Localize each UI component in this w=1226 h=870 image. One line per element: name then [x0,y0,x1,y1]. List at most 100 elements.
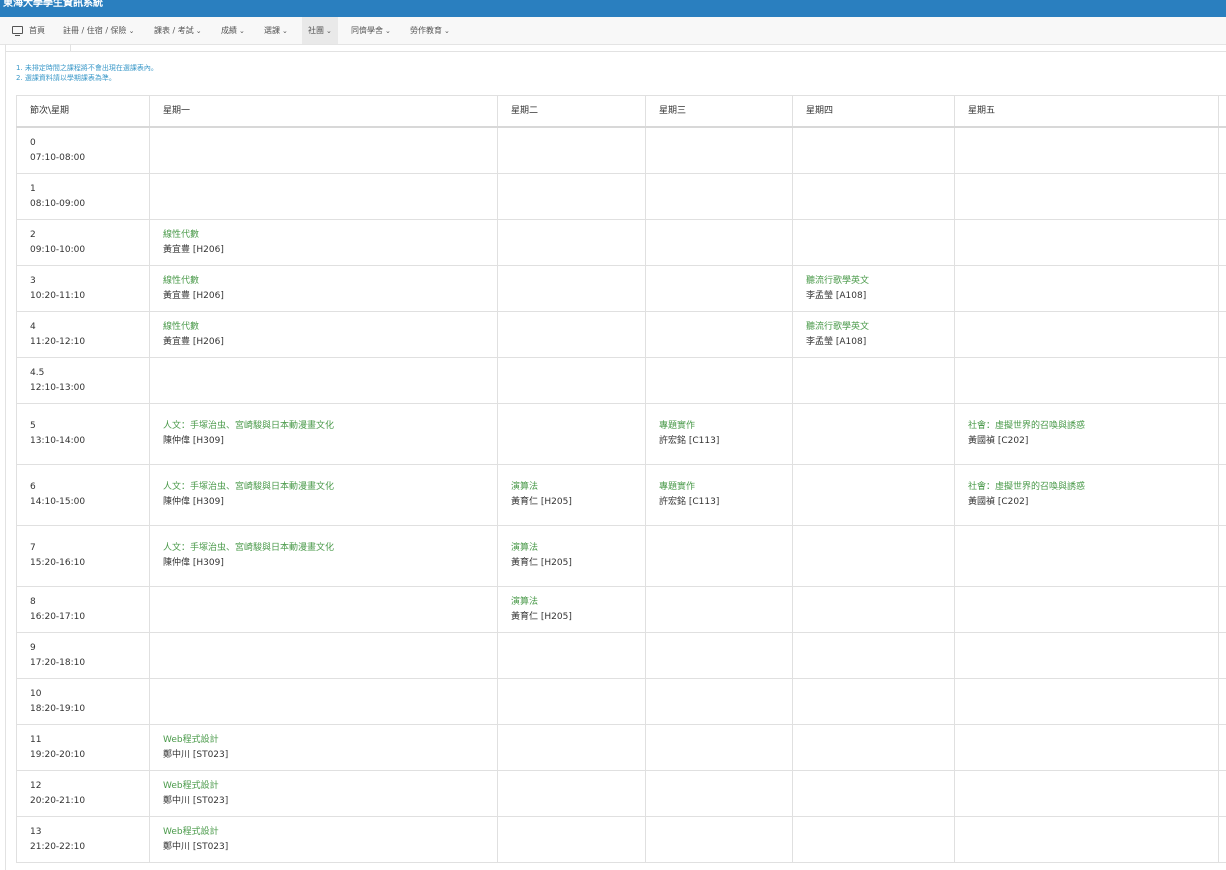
slot-overflow [1218,464,1226,526]
course-link[interactable]: Web程式設計 [163,825,497,840]
table-row: 4 11:20-12:10 線性代數 黃宜豊 [H206] 聽流行歌學英文 李孟瑩 [A1… [16,311,1226,358]
app-header: 東海大學學生資訊系統 [0,0,1226,17]
main-nav: 首頁 註冊 / 住宿 / 保險 ⌄ 課表 / 考試 ⌄ 成績 ⌄ 選課 ⌄ 社團 ⌄ 同儕… [0,17,1226,45]
period-number: 7 [30,543,36,553]
teacher-room: 黃宜豊 [H206] [163,336,224,347]
slot-monday: 人文：手塚治虫、宮崎駿與日本動漫畫文化陳仲偉 [H309] [149,464,498,526]
slot-monday: 人文：手塚治虫、宮崎駿與日本動漫畫文化 陳仲偉 [H309] [149,403,498,465]
teacher-room: 李孟瑩 [A108] [806,290,867,301]
slot-thursday [792,357,955,404]
slot-wednesday [645,311,793,358]
timetable-header-row: 節次\星期 星期一 星期二 星期三 星期四 星期五 [16,95,1226,128]
period-number: 1 [30,183,36,194]
nav-clubs[interactable]: 社團 ⌄ [302,17,338,44]
slot-overflow [1218,816,1226,863]
slot-friday [954,357,1219,404]
period-time: 20:20-21:10 [30,795,86,806]
slot-wednesday [645,265,793,312]
period-cell: 5 13:10-14:00 [16,403,150,465]
course-link[interactable]: 專題實作 [659,480,792,495]
course-link[interactable]: 線性代數 [163,274,497,289]
period-cell: 2 09:10-10:00 [16,219,150,266]
nav-home[interactable]: 首頁 [12,17,45,44]
table-row: 3 10:20-11:10 線性代數 黃宜豊 [H206] 聽流行歌學英文 李孟瑩 [A1… [16,265,1226,312]
course-link[interactable]: 演算法 [511,595,645,610]
period-cell: 1 08:10-09:00 [16,173,150,220]
course-link[interactable]: 線性代數 [163,228,497,243]
course-link[interactable]: 社會：虛擬世界的召喚與誘惑 [968,480,1218,495]
slot-overflow [1218,265,1226,312]
timetable-body: 0 07:10-08:00 1 08:10-09:00 2 09:10-10:00 線性代數… [16,126,1226,863]
slot-wednesday [645,632,793,679]
slot-thursday [792,403,955,465]
course-link[interactable]: 人文：手塚治虫、宮崎駿與日本動漫畫文化 [163,541,348,556]
teacher-room: 陳仲偉 [H309] [163,558,224,568]
header-tuesday: 星期二 [497,95,646,128]
slot-tuesday [497,678,646,725]
course-link[interactable]: Web程式設計 [163,779,497,794]
content-border [5,44,6,870]
period-time: 15:20-16:10 [30,558,86,568]
slot-friday: 社會：虛擬世界的召喚與誘惑黃國禎 [C202] [954,403,1219,465]
table-row: 0 07:10-08:00 [16,126,1226,174]
nav-schedule-exam[interactable]: 課表 / 考試 ⌄ [154,17,202,44]
table-row: 1 08:10-09:00 [16,173,1226,220]
chevron-down-icon: ⌄ [444,27,450,35]
nav-peer-dorm[interactable]: 同儕學舍 ⌄ [351,17,391,44]
teacher-room: 黃國禎 [C202] [968,436,1029,446]
period-time: 18:20-19:10 [30,703,86,714]
course-link[interactable]: 聽流行歌學英文 [806,274,954,289]
teacher-room: 李孟瑩 [A108] [806,336,867,347]
slot-overflow [1218,586,1226,633]
chevron-down-icon: ⌄ [282,27,288,35]
nav-grades[interactable]: 成績 ⌄ [221,17,245,44]
course-link[interactable]: 人文：手塚治虫、宮崎駿與日本動漫畫文化 [163,480,348,495]
slot-friday [954,586,1219,633]
teacher-room: 黃育仁 [H205] [511,558,572,568]
period-cell: 6 14:10-15:00 [16,464,150,526]
slot-monday: 線性代數 黃宜豊 [H206] [149,265,498,312]
period-cell: 3 10:20-11:10 [16,265,150,312]
slot-friday [954,265,1219,312]
period-time: 14:10-15:00 [30,497,86,507]
tab-separator [70,44,71,52]
nav-label: 勞作教育 [410,26,442,35]
slot-thursday [792,816,955,863]
period-number: 4 [30,321,36,332]
slot-monday [149,586,498,633]
slot-thursday [792,173,955,220]
slot-overflow [1218,126,1226,174]
course-link[interactable]: 聽流行歌學英文 [806,320,954,335]
course-link[interactable]: 專題實作 [659,419,792,434]
nav-labor-education[interactable]: 勞作教育 ⌄ [410,17,450,44]
slot-monday: Web程式設計 鄭中川 [ST023] [149,724,498,771]
slot-monday [149,357,498,404]
slot-wednesday [645,219,793,266]
slot-wednesday: 專題實作 許宏銘 [C113] [645,403,793,465]
header-overflow [1218,95,1226,128]
course-link[interactable]: 人文：手塚治虫、宮崎駿與日本動漫畫文化 [163,419,348,434]
period-cell: 4 11:20-12:10 [16,311,150,358]
course-link[interactable]: 社會：虛擬世界的召喚與誘惑 [968,419,1218,434]
period-cell: 10 18:20-19:10 [16,678,150,725]
nav-registration[interactable]: 註冊 / 住宿 / 保險 ⌄ [63,17,134,44]
course-link[interactable]: 演算法 [511,541,645,556]
slot-overflow [1218,311,1226,358]
nav-course-selection[interactable]: 選課 ⌄ [264,17,288,44]
slot-wednesday [645,678,793,725]
nav-label: 成績 [221,26,237,35]
period-number: 6 [30,482,36,492]
teacher-room: 陳仲偉 [H309] [163,497,224,507]
course-link[interactable]: Web程式設計 [163,733,497,748]
period-time: 12:10-13:00 [30,382,86,393]
teacher-room: 黃育仁 [H205] [511,611,572,622]
table-row: 8 16:20-17:10 演算法 黃育仁 [H205] [16,586,1226,633]
period-number: 4.5 [30,367,45,378]
course-link[interactable]: 演算法 [511,480,645,495]
slot-thursday: 聽流行歌學英文 李孟瑩 [A108] [792,311,955,358]
slot-thursday [792,464,955,526]
slot-wednesday [645,173,793,220]
course-link[interactable]: 線性代數 [163,320,497,335]
slot-tuesday [497,265,646,312]
slot-overflow [1218,357,1226,404]
